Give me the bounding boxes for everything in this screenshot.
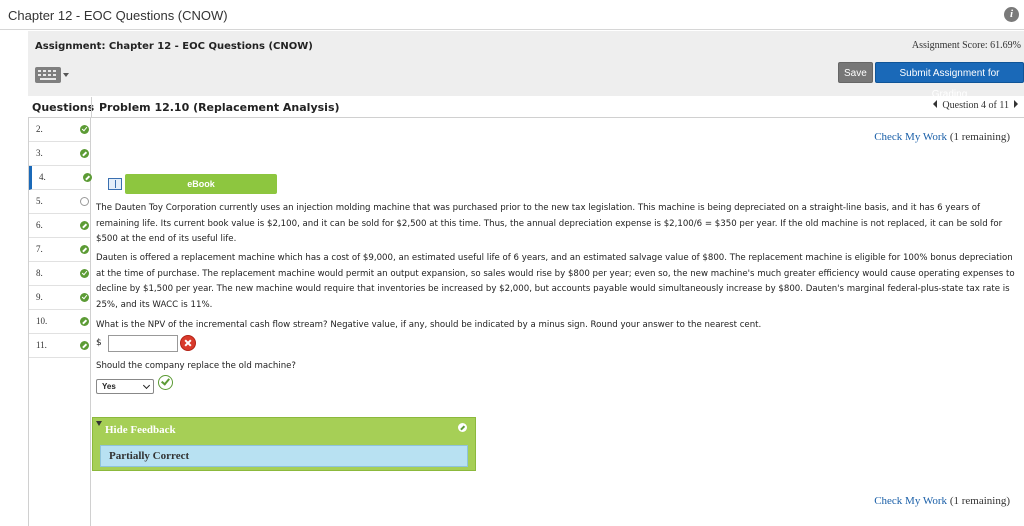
question-item[interactable]: 8. [29, 262, 90, 286]
chevron-down-icon [142, 381, 151, 390]
ebook-icon[interactable] [108, 178, 122, 190]
replace-question: Should the company replace the old machi… [96, 361, 296, 371]
save-button[interactable]: Save [838, 62, 873, 83]
currency-symbol: $ [96, 338, 102, 348]
replace-select-value: Yes [102, 382, 116, 391]
feedback-result: Partially Correct [100, 445, 468, 467]
correct-icon [158, 375, 173, 390]
question-number: 8. [36, 268, 43, 278]
window-titlebar: Chapter 12 - EOC Questions (CNOW) i [0, 0, 1024, 30]
header-divider-line [28, 117, 1024, 118]
question-number: 10. [36, 316, 48, 326]
question-number: 11. [36, 340, 47, 350]
question-item[interactable]: 9. [29, 286, 90, 310]
partial-icon [80, 245, 89, 254]
question-number: 9. [36, 292, 43, 302]
check-my-work-link[interactable]: Check My Work [874, 495, 947, 507]
question-number: 5. [36, 196, 43, 206]
question-item[interactable]: 6. [29, 214, 90, 238]
question-item[interactable]: 10. [29, 310, 90, 334]
ebook-button[interactable]: eBook [125, 174, 277, 194]
complete-icon [80, 125, 89, 134]
question-item-current[interactable]: 4. [29, 166, 92, 190]
assignment-header: Assignment: Chapter 12 - EOC Questions (… [28, 31, 1024, 100]
checks-remaining: (1 remaining) [949, 131, 1010, 143]
question-number: 6. [36, 220, 43, 230]
check-my-work-link[interactable]: Check My Work [874, 131, 947, 143]
incorrect-icon [180, 335, 196, 351]
partial-icon [80, 221, 89, 230]
next-question-icon[interactable] [1014, 100, 1018, 108]
assignment-title: Assignment: Chapter 12 - EOC Questions (… [35, 41, 313, 52]
partial-icon [80, 341, 89, 350]
previous-question-icon[interactable] [933, 100, 938, 108]
question-number: 2. [36, 124, 43, 134]
header-divider [91, 97, 92, 118]
assignment-score: Assignment Score: 61.69% [911, 40, 1021, 51]
question-navigator: Question 4 of 11 [933, 100, 1018, 111]
npv-input[interactable] [108, 335, 178, 352]
not-attempted-icon [80, 197, 89, 206]
question-number: 7. [36, 244, 43, 254]
check-my-work-bottom: Check My Work (1 remaining) [874, 495, 1010, 507]
problem-title: Problem 12.10 (Replacement Analysis) [99, 101, 340, 114]
problem-paragraph-1: The Dauten Toy Corporation currently use… [96, 203, 1003, 244]
question-item[interactable]: 11. [29, 334, 90, 358]
question-item[interactable]: 7. [29, 238, 90, 262]
question-item[interactable]: 5. [29, 190, 90, 214]
partial-icon [80, 149, 89, 158]
submit-assignment-button[interactable]: Submit Assignment for Grading [875, 62, 1024, 100]
question-list: 2. 3. 4. 5. 6. 7. 8. 9. 10. 11. [28, 118, 92, 526]
questions-header: Questions [32, 101, 95, 114]
window-title: Chapter 12 - EOC Questions (CNOW) [8, 8, 228, 23]
check-my-work-top: Check My Work (1 remaining) [874, 131, 1010, 143]
replace-select[interactable]: Yes [96, 379, 154, 394]
partial-icon [83, 173, 92, 182]
npv-question: What is the NPV of the incremental cash … [96, 320, 762, 330]
question-number: 4. [39, 172, 46, 182]
question-number: 3. [36, 148, 43, 158]
question-item[interactable]: 3. [29, 142, 90, 166]
info-icon[interactable]: i [1004, 7, 1019, 22]
partial-icon [80, 317, 89, 326]
complete-icon [80, 293, 89, 302]
partial-icon [458, 423, 467, 432]
collapse-triangle-icon[interactable] [96, 421, 102, 426]
chevron-down-icon [63, 73, 69, 77]
problem-paragraph-2: Dauten is offered a replacement machine … [96, 253, 1015, 310]
hide-feedback-toggle[interactable]: Hide Feedback [105, 424, 176, 436]
keyboard-icon[interactable] [35, 65, 71, 85]
checks-remaining: (1 remaining) [949, 495, 1010, 507]
feedback-panel: Hide Feedback Partially Correct [92, 417, 476, 471]
question-item[interactable]: 2. [29, 118, 90, 142]
question-position: Question 4 of 11 [942, 100, 1009, 111]
complete-icon [80, 269, 89, 278]
